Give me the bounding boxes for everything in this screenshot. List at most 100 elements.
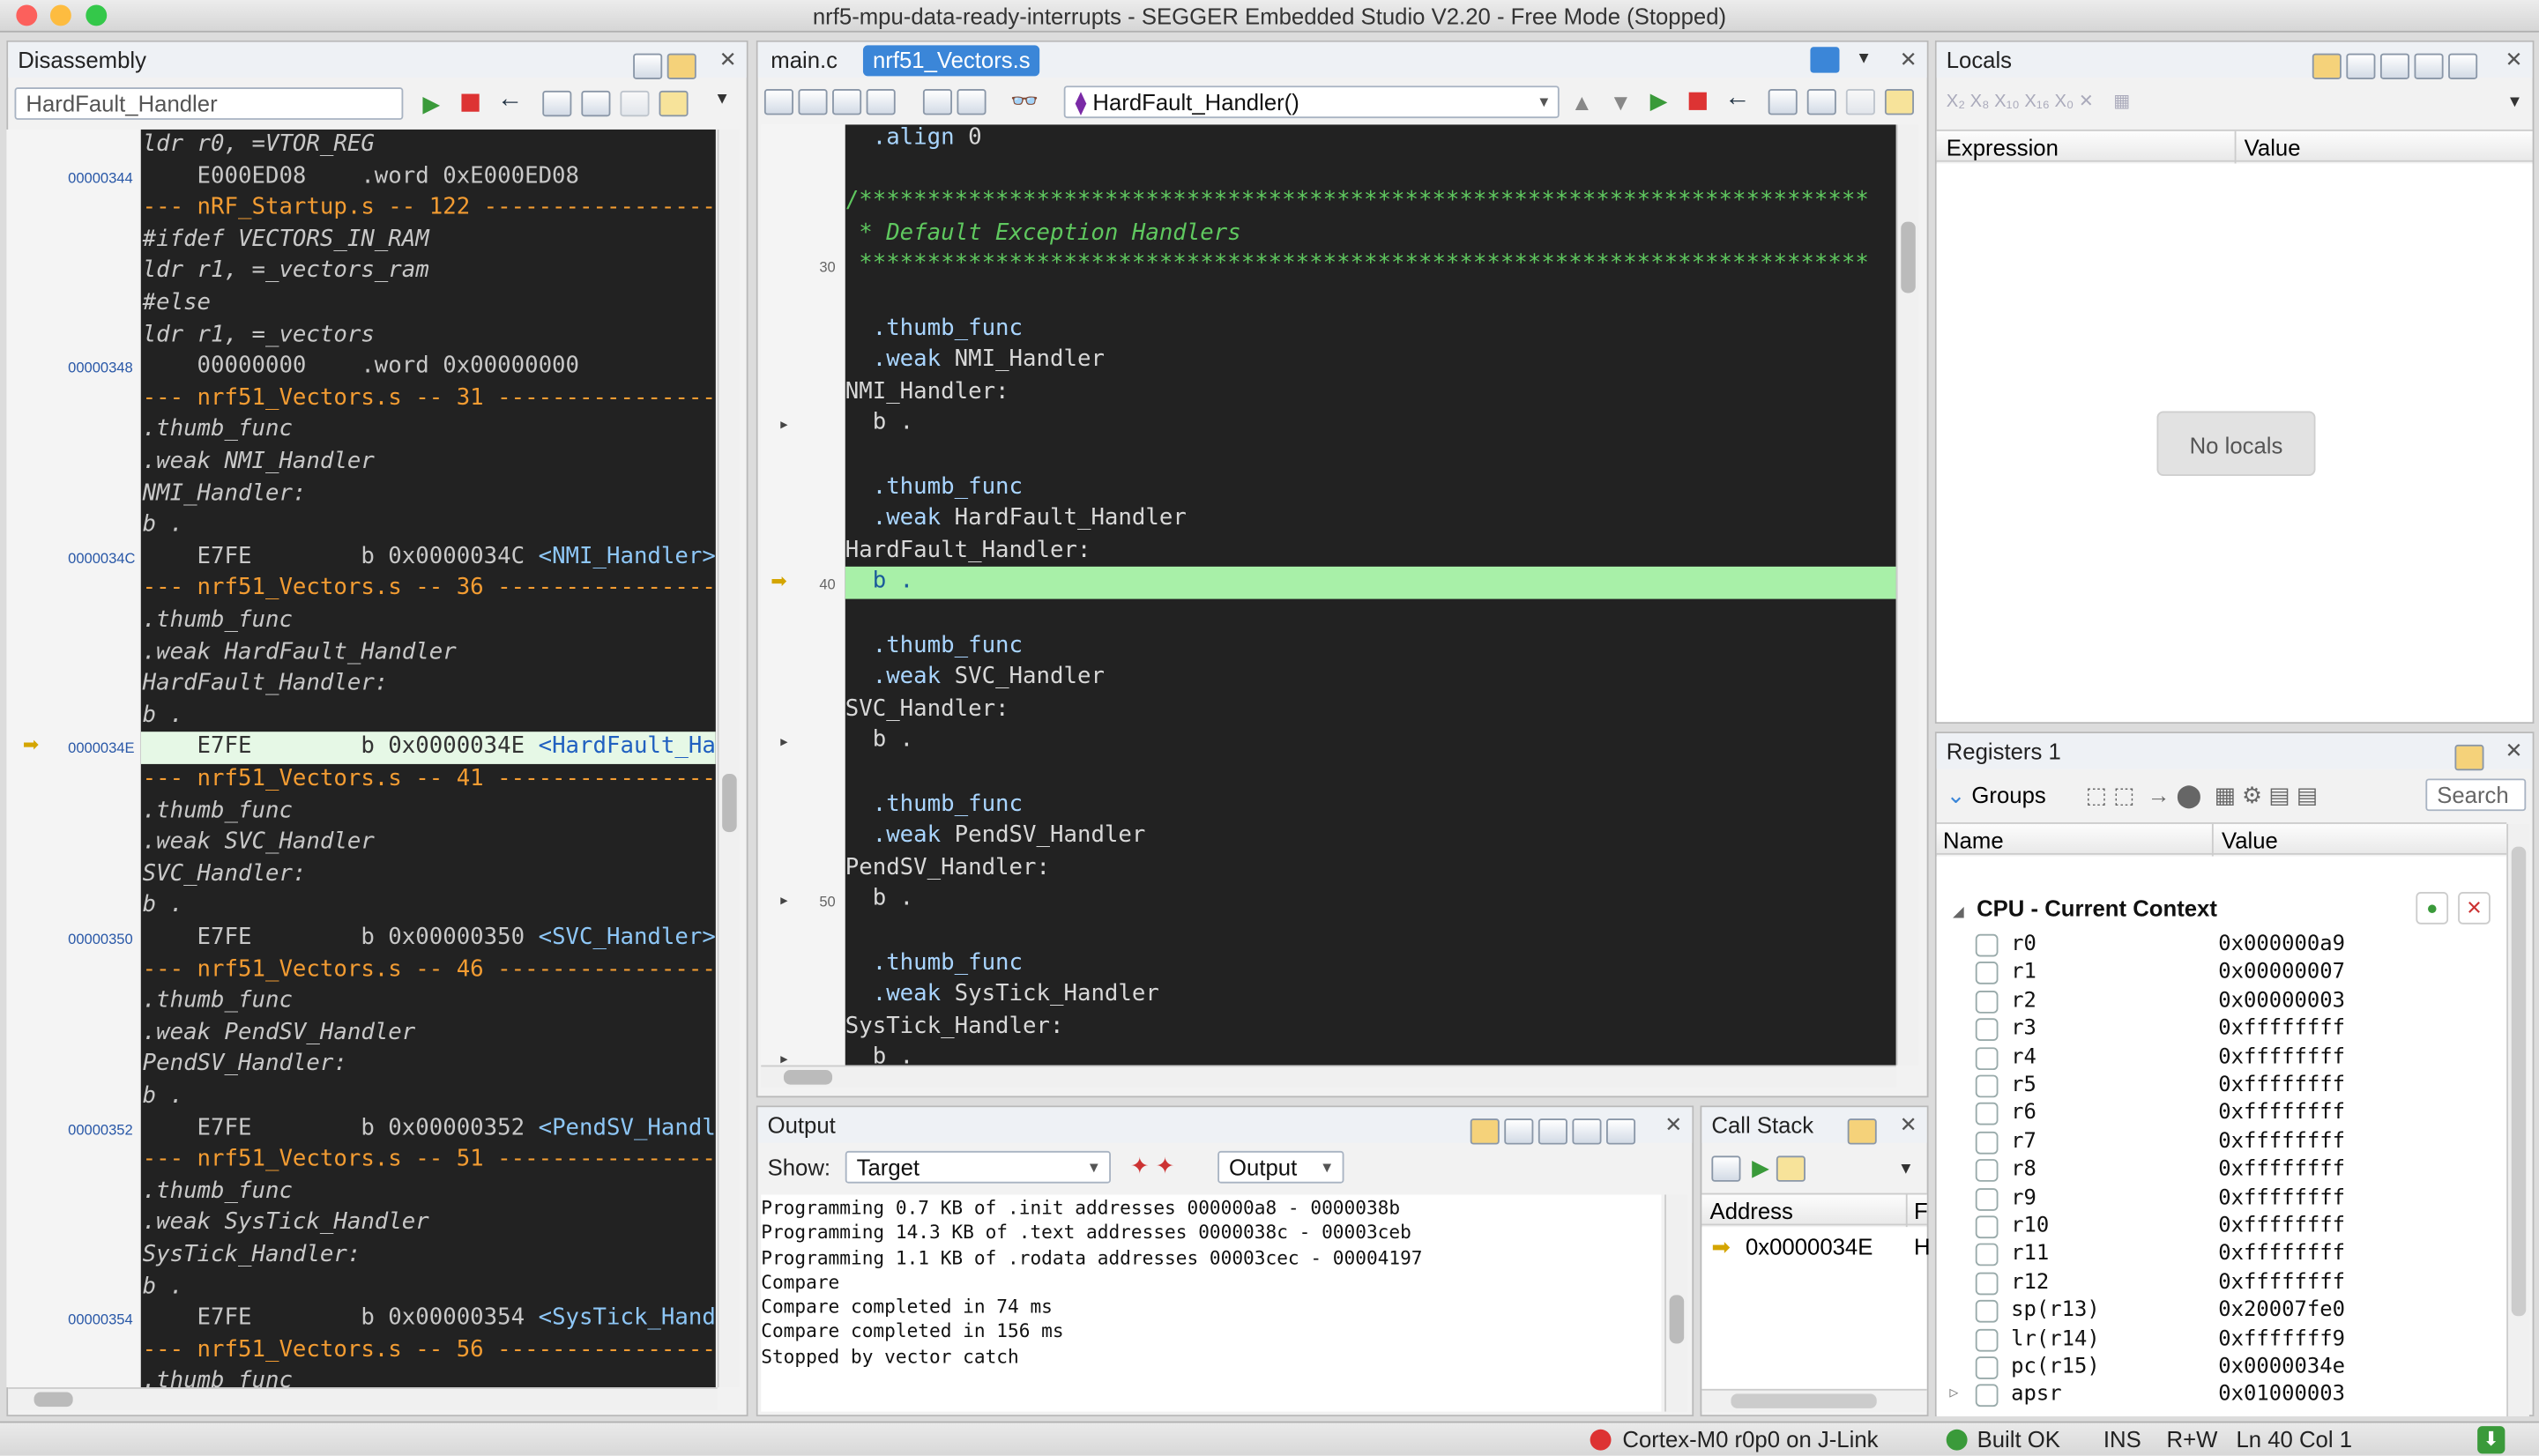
value-column[interactable]: Value xyxy=(2245,131,2301,164)
disassembly-line[interactable]: .thumb_func xyxy=(141,1367,716,1387)
callstack-toolbar[interactable]: ▶ xyxy=(1711,1155,1809,1183)
insert-mode[interactable]: INS xyxy=(2103,1423,2141,1456)
editor-line[interactable]: ****************************************… xyxy=(845,250,1896,282)
step-out-icon[interactable] xyxy=(1845,87,1880,116)
disassembly-line[interactable]: #ifdef VECTORS_IN_RAM xyxy=(141,225,716,256)
editor-line[interactable]: SysTick_Handler: xyxy=(845,1012,1896,1044)
disassembly-line[interactable]: b . xyxy=(141,1081,716,1113)
output-view-icon-2[interactable] xyxy=(1538,1118,1567,1146)
disassembly-line[interactable]: --- nrf51_Vectors.s -- 36 --------------… xyxy=(141,574,716,605)
editor-line[interactable]: .weak SVC_Handler xyxy=(845,663,1896,695)
step-into-icon[interactable] xyxy=(1768,87,1803,116)
disassembly-line[interactable]: E7FE b 0x0000034E <HardFault_Handler> xyxy=(140,732,716,764)
output-view-icon-4[interactable] xyxy=(1606,1118,1636,1146)
breakpoint-marker-icon[interactable]: ▸ xyxy=(780,893,787,910)
output-text[interactable]: Programming 0.7 KB of .init addresses 00… xyxy=(761,1194,1662,1412)
back-arrow-icon[interactable]: ← xyxy=(1724,85,1750,114)
register-checkbox[interactable] xyxy=(1975,990,1999,1014)
locals-format-icons[interactable]: X₂ X₈ X₁₀ X₁₆ X₀ ✕ ▦ xyxy=(1947,91,2131,112)
clear-output-icon[interactable]: ✦ ✦ xyxy=(1130,1153,1174,1180)
minimize-window-button[interactable] xyxy=(49,4,71,26)
registers-toolbar-icons[interactable]: ⬚ ⬚ → ⬤ ▦ ⚙ ▤ ▤ xyxy=(2086,782,2318,809)
register-checkbox[interactable] xyxy=(1975,1074,1999,1098)
output-mode-icon[interactable] xyxy=(1470,1118,1500,1146)
register-checkbox[interactable] xyxy=(1975,1385,1999,1408)
f-column[interactable]: F xyxy=(1914,1194,1928,1227)
toolbar-icon-3[interactable] xyxy=(832,88,862,115)
stop-icon[interactable] xyxy=(461,93,480,112)
disassembly-line[interactable]: PendSV_Handler: xyxy=(141,1050,716,1081)
editor-line[interactable]: .align 0 xyxy=(845,124,1896,154)
disassembly-line[interactable]: .thumb_func xyxy=(141,796,716,828)
disassembly-line[interactable]: .thumb_func xyxy=(141,986,716,1018)
breakpoint-marker-icon[interactable]: ▸ xyxy=(780,1051,787,1066)
output-view-icon-1[interactable] xyxy=(1504,1118,1534,1146)
close-icon[interactable]: ✕ xyxy=(1900,42,1917,78)
prev-function-icon[interactable]: ▲ xyxy=(1571,89,1593,115)
disassembly-line[interactable]: .weak SVC_Handler xyxy=(141,828,716,859)
locals-view-icon-4[interactable] xyxy=(2448,54,2478,80)
register-row[interactable]: r12 0xffffffff xyxy=(1940,1269,2503,1297)
chevron-down-icon[interactable]: ▼ xyxy=(1898,1161,1914,1178)
editor-line[interactable] xyxy=(845,758,1896,790)
disassembly-line[interactable]: .thumb_func xyxy=(141,415,716,447)
editor-line[interactable]: b . xyxy=(845,409,1896,441)
disassembly-line[interactable]: --- nrf51_Vectors.s -- 51 --------------… xyxy=(141,1145,716,1177)
function-selector[interactable]: ⧫ HardFault_Handler() ▼ xyxy=(1063,85,1560,119)
remove-group-icon[interactable]: ✕ xyxy=(2458,892,2491,925)
register-row[interactable]: r2 0x00000003 xyxy=(1940,987,2503,1015)
register-row[interactable]: r0 0x000000a9 xyxy=(1940,931,2503,959)
disassembly-line[interactable]: .weak PendSV_Handler xyxy=(141,1018,716,1050)
disassembly-line[interactable]: b . xyxy=(141,701,716,732)
run-to-cursor-icon[interactable] xyxy=(1884,87,1919,116)
disassembly-line[interactable]: --- nrf51_Vectors.s -- 31 --------------… xyxy=(141,383,716,415)
toolbar-icon-2[interactable] xyxy=(798,88,828,115)
breakpoint-marker-icon[interactable]: ▸ xyxy=(780,417,787,435)
build-status[interactable]: Built OK xyxy=(1977,1423,2060,1456)
output-type-dropdown[interactable]: Output ▼ xyxy=(1217,1150,1344,1184)
disassembly-line[interactable]: .thumb_func xyxy=(141,605,716,637)
zoom-window-button[interactable] xyxy=(86,4,108,26)
chevron-down-icon[interactable]: ▼ xyxy=(714,91,730,108)
next-function-icon[interactable]: ▼ xyxy=(1610,89,1632,115)
disassembly-code-view[interactable]: ldr r0, =VTOR_REG E000ED08 .word 0xE000E… xyxy=(140,129,716,1388)
editor-line[interactable] xyxy=(845,282,1896,314)
register-row[interactable]: r11 0xffffffff xyxy=(1940,1241,2503,1269)
register-row[interactable]: pc(r15) 0x0000034e xyxy=(1940,1353,2503,1381)
registers-search-input[interactable]: Search xyxy=(2425,778,2527,812)
register-checkbox[interactable] xyxy=(1975,1215,1999,1239)
register-checkbox[interactable] xyxy=(1975,1018,1999,1042)
register-row[interactable]: r4 0xffffffff xyxy=(1940,1044,2503,1072)
editor-line[interactable]: HardFault_Handler: xyxy=(845,536,1896,568)
editor-line[interactable]: .thumb_func xyxy=(845,790,1896,821)
close-icon[interactable]: ✕ xyxy=(719,42,737,78)
editor-line[interactable]: * Default Exception Handlers xyxy=(845,219,1896,250)
editor-code-view[interactable]: .align 0 /*******************************… xyxy=(845,124,1896,1066)
editor-line[interactable]: NMI_Handler: xyxy=(845,377,1896,409)
editor-line[interactable]: .weak PendSV_Handler xyxy=(845,821,1896,853)
editor-horizontal-scrollbar[interactable] xyxy=(761,1065,1896,1088)
disassembly-line[interactable]: #else xyxy=(141,288,716,320)
editor-line[interactable]: .thumb_func xyxy=(845,314,1896,345)
close-icon[interactable]: ✕ xyxy=(2505,42,2523,78)
register-row[interactable]: r9 0xffffffff xyxy=(1940,1185,2503,1213)
disassembly-line[interactable]: E7FE b 0x00000350 <SVC_Handler> xyxy=(141,923,716,955)
locals-view-icon-1[interactable] xyxy=(2346,54,2376,80)
register-checkbox[interactable] xyxy=(1975,1356,1999,1379)
step-into-icon[interactable] xyxy=(542,89,577,118)
editor-line[interactable]: /***************************************… xyxy=(845,187,1896,219)
registers-mode-icon[interactable] xyxy=(2454,745,2484,771)
value-column[interactable]: Value xyxy=(2222,824,2278,857)
output-view-icon-3[interactable] xyxy=(1572,1118,1602,1146)
editor-line[interactable]: b . xyxy=(845,726,1896,758)
register-row[interactable]: r5 0xffffffff xyxy=(1940,1072,2503,1100)
run-icon[interactable]: ▶ xyxy=(1650,87,1668,115)
run-to-cursor-icon[interactable] xyxy=(659,89,694,118)
cursor-position[interactable]: Ln 40 Col 1 xyxy=(2236,1423,2352,1456)
tab-nrf51-vectors-s[interactable]: nrf51_Vectors.s xyxy=(862,45,1040,77)
name-column[interactable]: Name xyxy=(1943,824,2004,857)
disassembly-mode-icon[interactable] xyxy=(666,47,702,82)
close-icon[interactable]: ✕ xyxy=(1664,1107,1682,1142)
memory-icon[interactable] xyxy=(922,88,952,115)
disassembly-line[interactable]: ldr r1, =_vectors_ram xyxy=(141,256,716,288)
